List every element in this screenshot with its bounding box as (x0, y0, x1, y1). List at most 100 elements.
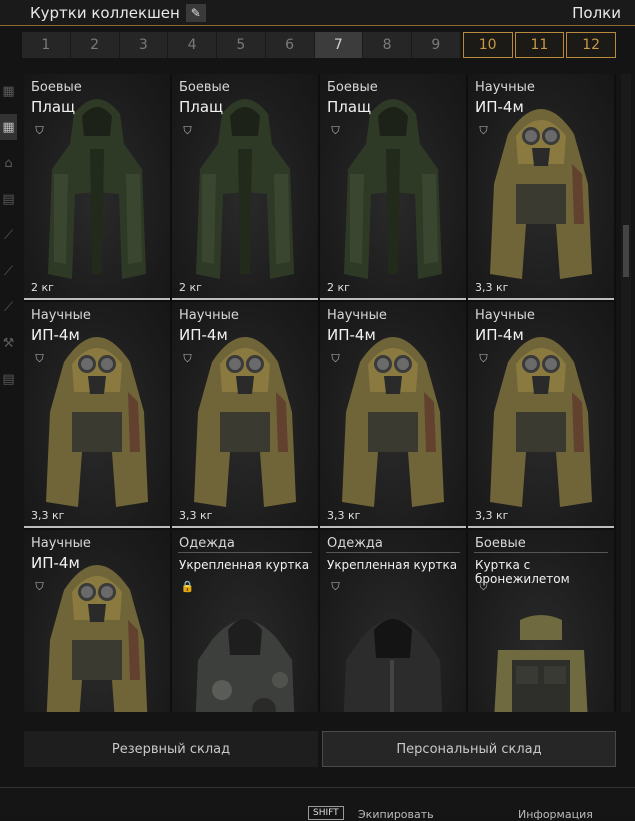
shield-icon: ⛉ (479, 579, 488, 593)
pencil-icon[interactable]: ✎ (185, 3, 206, 22)
shield-icon: ⛉ (35, 579, 44, 593)
item-category: Научные (475, 308, 535, 323)
item-weight: 3,3 кг (475, 509, 509, 522)
page-button-9[interactable]: 9 (412, 32, 461, 58)
shield-icon: ⛉ (183, 351, 192, 365)
shield-icon: ⛉ (331, 579, 340, 593)
item-name: Плащ (327, 98, 372, 116)
shield-icon: ⛉ (479, 351, 488, 365)
equip-hint: Экипировать (358, 808, 434, 821)
item-name: Плащ (31, 98, 76, 116)
inventory-cell[interactable]: Боевые Плащ ⛉ 2 кг (24, 74, 170, 300)
shift-key-badge: SHIFT (308, 806, 344, 820)
shield-icon: ⛉ (35, 123, 44, 137)
page-button-7[interactable]: 7 (314, 32, 364, 58)
page-button-12[interactable]: 12 (566, 32, 616, 58)
grid-icon[interactable]: ▦ (0, 78, 17, 104)
inventory-cell[interactable]: Научные ИП-4м ⛉ 3,3 кг (320, 302, 466, 528)
storage-tabs: Резервный склад Персональный склад (24, 731, 616, 767)
home-icon[interactable]: ⌂ (0, 150, 17, 176)
item-category: Боевые (327, 80, 378, 95)
item-weight: 3,3 кг (179, 509, 213, 522)
item-category: Одежда (327, 536, 383, 551)
item-category: Научные (179, 308, 239, 323)
item-weight: 2 кг (31, 281, 54, 294)
inventory-cell[interactable]: Научные ИП-4м ⛉ 3,3 кг (468, 302, 614, 528)
tab-reserve-storage[interactable]: Резервный склад (24, 731, 318, 767)
rifle-icon[interactable]: ⟋ (0, 258, 17, 284)
item-category: Научные (475, 80, 535, 95)
inventory-cell[interactable]: Боевые Плащ ⛉ 2 кг (172, 74, 318, 300)
item-weight: 3,3 кг (31, 509, 65, 522)
cell-divider (172, 298, 318, 300)
lock-icon: 🔒 (180, 580, 195, 593)
page-button-8[interactable]: 8 (363, 32, 412, 58)
item-weight: 3,3 кг (327, 509, 361, 522)
page-button-6[interactable]: 6 (265, 32, 315, 58)
item-category: Боевые (179, 80, 230, 95)
page-selector: 1 2 3 4 5 6 7 8 9 10 11 12 (22, 32, 616, 58)
item-name: ИП-4м (31, 326, 80, 344)
cell-divider (320, 298, 466, 300)
item-weight: 2 кг (327, 281, 350, 294)
window-header: Куртки коллекшен ✎ Полки (0, 0, 635, 26)
shield-icon: ⛉ (331, 351, 340, 365)
collection-title-text: Куртки коллекшен (30, 3, 180, 22)
grid-scrollbar-thumb[interactable] (623, 225, 629, 277)
cell-divider (468, 526, 614, 528)
item-name: Плащ (179, 98, 224, 116)
archive-icon[interactable]: ▤ (0, 366, 17, 392)
knife-icon[interactable]: ⟋ (0, 294, 17, 320)
page-button-5[interactable]: 5 (217, 32, 266, 58)
inventory-cell[interactable]: Научные ИП-4м ⛉ 3,3 кг (468, 74, 614, 300)
tab-personal-storage[interactable]: Персональный склад (322, 731, 616, 767)
item-name: ИП-4м (31, 554, 80, 572)
shelves-button[interactable]: Полки (572, 4, 621, 22)
page-button-2[interactable]: 2 (70, 32, 120, 58)
cell-divider (24, 298, 170, 300)
item-weight: 3,3 кг (475, 281, 509, 294)
item-category: Научные (327, 308, 387, 323)
cell-divider (24, 526, 170, 528)
cell-divider (172, 526, 318, 528)
item-grid: 2 кг2 кг2 кг2 кг БоевыеПлащ⛉2 кг БоевыеП… (24, 74, 616, 712)
shield-icon: ⛉ (479, 123, 488, 137)
inventory-cell[interactable]: Боевые Куртка с бронежилетом ⛉ (468, 530, 614, 712)
collection-title: Куртки коллекшен ✎ (30, 3, 206, 22)
weapon-icon[interactable]: ⟋ (0, 222, 17, 248)
cell-divider (320, 526, 466, 528)
inventory-cell[interactable]: Научные ИП-4м ⛉ 3,3 кг (172, 302, 318, 528)
grid-scrollbar-track[interactable] (621, 74, 631, 712)
box-icon[interactable]: ▤ (0, 186, 17, 212)
hint-bar: SHIFT Экипировать Информация (0, 787, 635, 821)
grid-active-icon[interactable]: ▦ (0, 114, 17, 140)
item-category: Научные (31, 536, 91, 551)
tool-icon[interactable]: ⚒ (0, 330, 17, 356)
shield-icon: ⛉ (35, 351, 44, 365)
item-name: Куртка с бронежилетом (475, 558, 570, 586)
item-category: Научные (31, 308, 91, 323)
page-button-11[interactable]: 11 (514, 32, 565, 58)
cell-divider (468, 298, 614, 300)
item-category: Боевые (31, 80, 82, 95)
item-name: ИП-4м (179, 326, 228, 344)
item-name: Укрепленная куртка (327, 558, 458, 572)
category-sidebar: ▦ ▦ ⌂ ▤ ⟋ ⟋ ⟋ ⚒ ▤ (0, 78, 17, 438)
inventory-cell[interactable]: Научные ИП-4м ⛉ (24, 530, 170, 712)
info-hint: Информация (518, 808, 593, 821)
inventory-cell[interactable]: Научные ИП-4м ⛉ 3,3 кг (24, 302, 170, 528)
item-weight: 2 кг (179, 281, 202, 294)
page-button-4[interactable]: 4 (168, 32, 217, 58)
page-button-1[interactable]: 1 (22, 32, 71, 58)
shield-icon: ⛉ (183, 123, 192, 137)
shield-icon: ⛉ (331, 123, 340, 137)
item-name: ИП-4м (327, 326, 376, 344)
item-name: Укрепленная куртка (179, 558, 310, 572)
category-underline (178, 552, 312, 553)
page-button-10[interactable]: 10 (462, 32, 513, 58)
item-category: Одежда (179, 536, 235, 551)
inventory-cell[interactable]: Одежда Укрепленная куртка ⛉ (320, 530, 466, 712)
inventory-cell[interactable]: Одежда Укрепленная куртка 🔒 (172, 530, 318, 712)
page-button-3[interactable]: 3 (119, 32, 169, 58)
inventory-cell[interactable]: Боевые Плащ ⛉ 2 кг (320, 74, 466, 300)
